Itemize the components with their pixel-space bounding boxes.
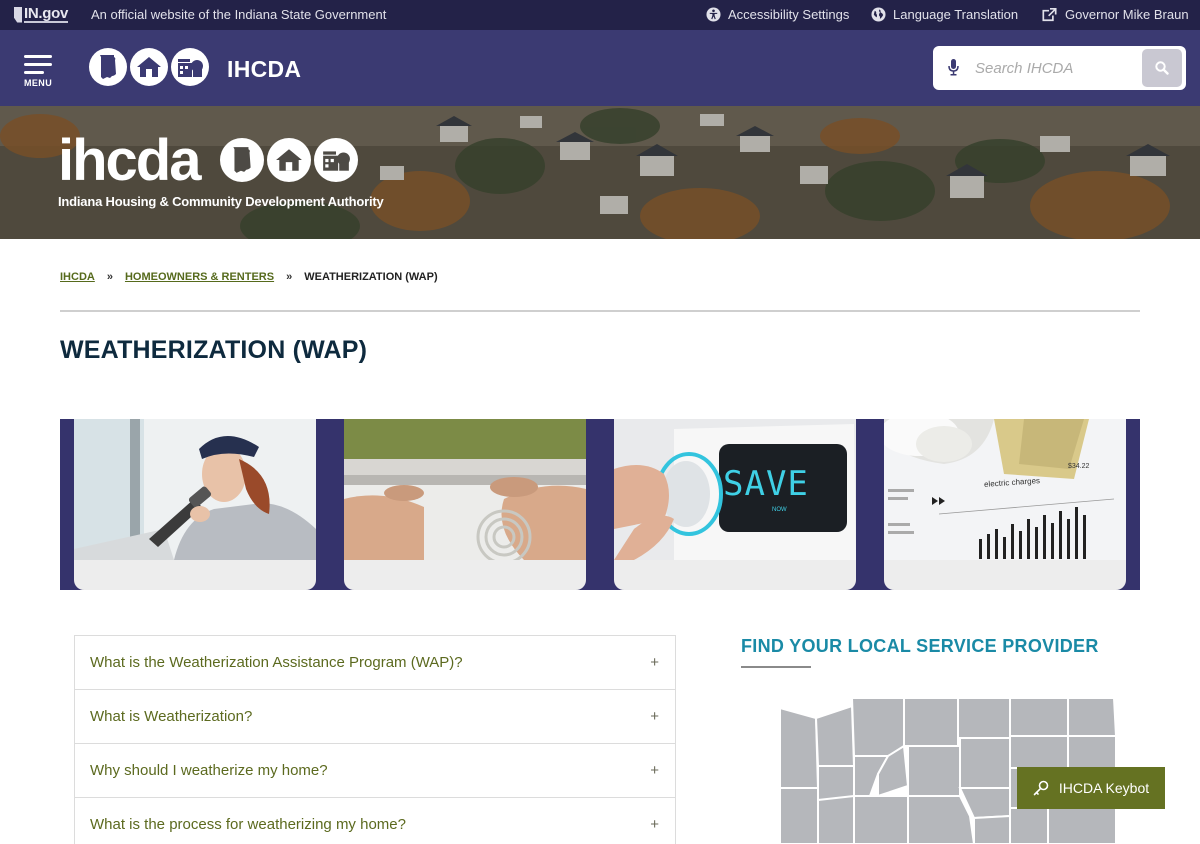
breadcrumb-ihcda[interactable]: IHCDA: [60, 271, 95, 283]
hero-logo-icons: [220, 138, 361, 182]
map-county[interactable]: [973, 814, 1011, 844]
card-electric-bill: electric charges $34.22: [884, 419, 1126, 590]
menu-label: MENU: [24, 77, 53, 88]
hamburger-icon-bar: [24, 70, 44, 74]
map-county[interactable]: [850, 697, 905, 757]
expand-icon: +: [650, 762, 659, 779]
faq-accordion: What is the Weatherization Assistance Pr…: [74, 635, 676, 844]
search-input[interactable]: [975, 54, 1125, 82]
image-band: SAVE NOW electric charges $34.22: [60, 419, 1140, 590]
expand-icon: +: [650, 816, 659, 833]
accordion-question: What is the Weatherization Assistance Pr…: [90, 654, 463, 671]
electric-bill-bulb-image: [884, 419, 1126, 560]
map-county[interactable]: [1047, 804, 1117, 844]
expand-icon: +: [650, 708, 659, 725]
map-county[interactable]: [1009, 735, 1069, 769]
accordion-question: What is Weatherization?: [90, 708, 253, 725]
caulking-window-image: [74, 419, 316, 560]
accordion-item-what-is-wap[interactable]: What is the Weatherization Assistance Pr…: [75, 636, 675, 690]
globe-icon: [871, 7, 886, 22]
map-county[interactable]: [907, 795, 976, 844]
accessibility-settings-label: Accessibility Settings: [728, 7, 850, 22]
bill-amount-text: $34.22: [1068, 463, 1090, 470]
breadcrumb-separator: »: [106, 271, 113, 283]
accessibility-settings-link[interactable]: Accessibility Settings: [706, 7, 849, 22]
official-site-text: An official website of the Indiana State…: [91, 7, 387, 22]
indiana-state-icon: [89, 48, 127, 86]
map-county[interactable]: [903, 697, 959, 747]
map-county[interactable]: [817, 794, 855, 844]
divider: [60, 310, 1140, 312]
indiana-state-icon: [220, 138, 264, 182]
utility-bar: IN.gov An official website of the Indian…: [0, 0, 1200, 30]
map-county[interactable]: [907, 745, 961, 797]
breadcrumb-current: WEATHERIZATION (WAP): [304, 271, 438, 283]
thermostat-display-sub: NOW: [772, 507, 787, 513]
breadcrumb-homeowners-renters[interactable]: HOMEOWNERS & RENTERS: [125, 271, 274, 283]
hero-banner: ihcda Indiana Housing & Community Develo…: [0, 106, 1200, 239]
search-icon: [1155, 61, 1169, 75]
governor-link[interactable]: Governor Mike Braun: [1041, 7, 1189, 22]
map-county[interactable]: [1067, 697, 1118, 737]
map-county[interactable]: [957, 697, 1011, 739]
map-county[interactable]: [779, 706, 820, 789]
page-title: WEATHERIZATION (WAP): [60, 336, 368, 364]
thermostat-display-text: SAVE: [723, 464, 809, 504]
breadcrumb-separator: »: [286, 271, 293, 283]
window-seal-image: [344, 419, 586, 560]
ingov-logo-text: IN.gov: [24, 5, 69, 23]
external-link-icon: [1042, 7, 1057, 22]
accordion-item-process[interactable]: What is the process for weatherizing my …: [75, 798, 675, 844]
card-thermostat: SAVE NOW: [614, 419, 856, 590]
menu-button[interactable]: MENU: [24, 53, 58, 89]
map-county[interactable]: [814, 704, 856, 767]
search-box: [933, 46, 1186, 90]
ingov-logo[interactable]: IN.gov: [14, 6, 68, 23]
language-translation-link[interactable]: Language Translation: [871, 7, 1018, 22]
community-icon: [314, 138, 358, 182]
accessibility-icon: [706, 7, 721, 22]
ihcda-keybot-button[interactable]: IHCDA Keybot: [1017, 767, 1165, 809]
map-county[interactable]: [817, 765, 855, 801]
hero-subtitle: Indiana Housing & Community Development …: [58, 194, 384, 209]
card-caulking: [74, 419, 316, 590]
map-county[interactable]: [779, 787, 819, 844]
hamburger-icon-bar: [24, 62, 52, 66]
expand-icon: +: [650, 654, 659, 671]
key-icon: [1033, 780, 1049, 796]
indiana-icon: [14, 6, 22, 23]
map-county[interactable]: [1009, 697, 1069, 737]
governor-label: Governor Mike Braun: [1065, 7, 1189, 22]
accordion-item-why-weatherize[interactable]: Why should I weatherize my home? +: [75, 744, 675, 798]
hero-logo: ihcda Indiana Housing & Community Develo…: [58, 132, 384, 210]
home-icon: [267, 138, 311, 182]
breadcrumb: IHCDA » HOMEOWNERS & RENTERS » WEATHERIZ…: [60, 271, 438, 283]
site-name: IHCDA: [227, 56, 302, 82]
search-button[interactable]: [1142, 49, 1182, 87]
map-county[interactable]: [959, 737, 1011, 789]
heading-underline: [741, 666, 811, 668]
language-translation-label: Language Translation: [893, 7, 1019, 22]
microphone-icon[interactable]: [948, 59, 959, 76]
map-county[interactable]: [853, 795, 909, 844]
map-county[interactable]: [1009, 807, 1049, 844]
hamburger-icon: [24, 54, 52, 58]
site-header: MENU IHCDA: [0, 30, 1200, 106]
accordion-item-what-is-weatherization[interactable]: What is Weatherization? +: [75, 690, 675, 744]
ihcda-logo-link[interactable]: [89, 48, 212, 86]
home-icon: [130, 48, 168, 86]
accordion-question: What is the process for weatherizing my …: [90, 816, 406, 833]
accordion-question: Why should I weatherize my home?: [90, 762, 328, 779]
community-icon: [171, 48, 209, 86]
find-provider-heading: FIND YOUR LOCAL SERVICE PROVIDER: [741, 636, 1099, 656]
card-window-seal: [344, 419, 586, 590]
keybot-label: IHCDA Keybot: [1058, 780, 1150, 796]
map-county[interactable]: [1067, 735, 1117, 769]
